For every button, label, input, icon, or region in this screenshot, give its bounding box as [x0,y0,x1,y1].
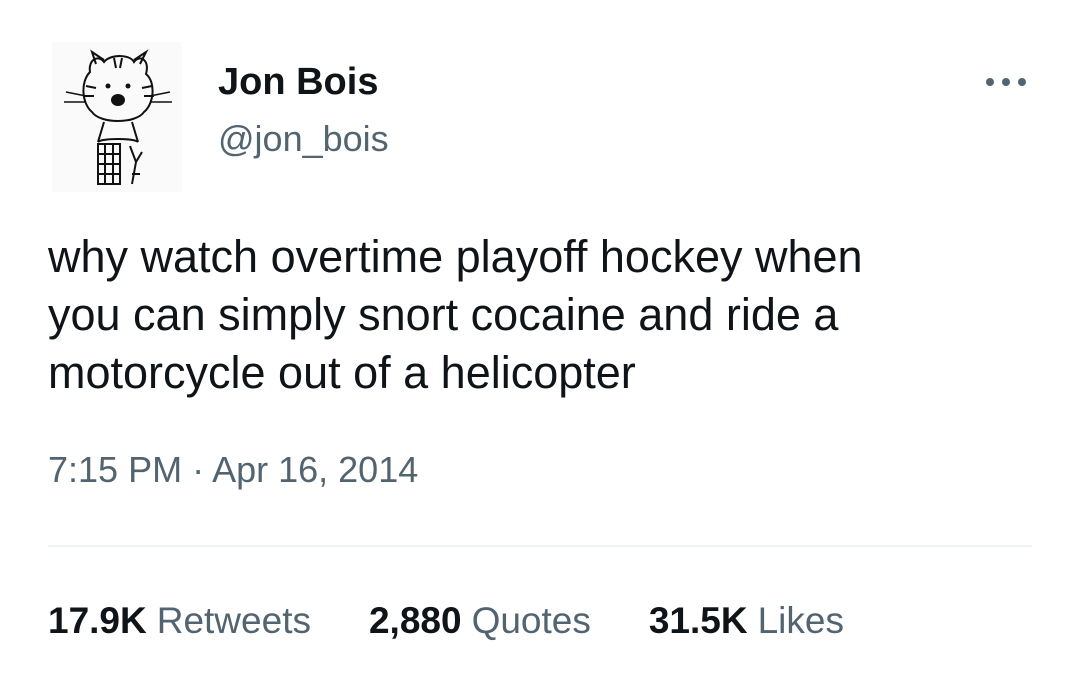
hobbes-tiger-icon [64,49,172,185]
likes-count: 31.5K [648,600,748,641]
likes-stat[interactable]: 31.5K Likes [649,598,844,644]
quotes-label: Quotes [471,600,591,641]
tweet-text: why watch overtime playoff hockey when y… [48,231,863,398]
more-options-button[interactable] [980,66,1032,98]
quotes-count: 2,880 [368,600,462,641]
quotes-stat[interactable]: 2,880 Quotes [369,598,591,644]
tweet-timestamp[interactable]: 7:15 PM · Apr 16, 2014 [48,448,418,492]
author-avatar[interactable] [52,42,182,192]
retweets-stat[interactable]: 17.9K Retweets [48,598,311,644]
more-horizontal-icon [986,78,1026,86]
likes-label: Likes [757,600,844,641]
author-display-name[interactable]: Jon Bois [218,60,378,104]
engagement-stats: 17.9K Retweets 2,880 Quotes 31.5K Likes [48,598,844,646]
author-handle[interactable]: @jon_bois [218,117,389,161]
retweets-count: 17.9K [48,600,147,641]
divider [48,545,1032,547]
retweets-label: Retweets [156,600,311,641]
